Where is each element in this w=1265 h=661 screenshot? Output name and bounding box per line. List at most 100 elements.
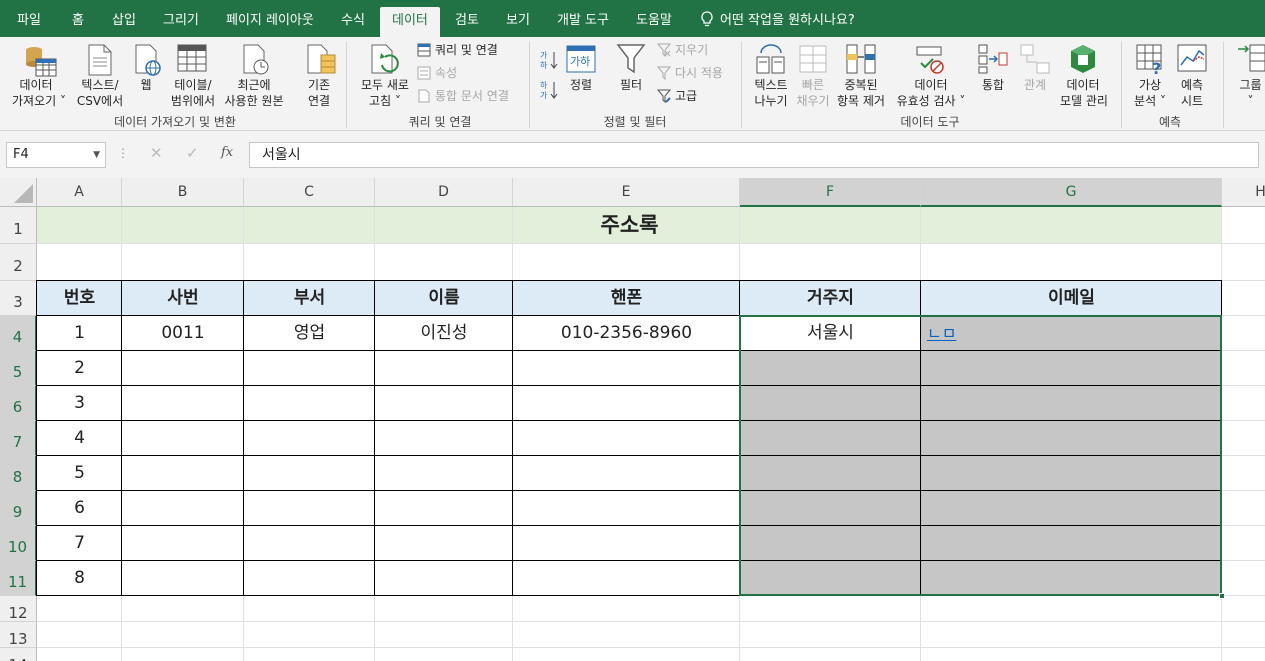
insert-function-icon[interactable]: fx bbox=[221, 145, 233, 160]
tab-insert[interactable]: 삽입 bbox=[112, 7, 136, 37]
worksheet-grid: ABCDEFGH 1234567891011121314 주소록번호사번부서이름… bbox=[0, 178, 1265, 661]
tab-draw[interactable]: 그리기 bbox=[163, 7, 199, 37]
text-csv-label-2: CSV에서 bbox=[76, 94, 124, 108]
svg-text:가하: 가하 bbox=[570, 54, 590, 68]
row-header-4[interactable]: 4 bbox=[0, 316, 37, 351]
header-cell[interactable]: 사번 bbox=[122, 281, 244, 316]
email-link[interactable]: ㄴㅁ bbox=[921, 316, 1222, 351]
sheet-title[interactable]: 주소록 bbox=[37, 207, 1222, 244]
queries-group-label: 쿼리 및 연결 bbox=[408, 115, 472, 129]
column-header-h[interactable]: H bbox=[1222, 178, 1265, 207]
data-validation-label-1: 데이터 bbox=[914, 78, 948, 92]
tab-page-layout[interactable]: 페이지 레이아웃 bbox=[226, 7, 314, 37]
tab-home[interactable]: 홈 bbox=[72, 7, 84, 37]
formula-input[interactable]: 서울시 bbox=[249, 142, 1259, 168]
svg-text:하: 하 bbox=[540, 80, 548, 90]
forecast-group-label: 예측 bbox=[1158, 115, 1182, 129]
column-header-f[interactable]: F bbox=[740, 178, 921, 207]
existing-connections-label-1: 기존 bbox=[307, 78, 331, 92]
column-header-a[interactable]: A bbox=[37, 178, 122, 207]
ribbon-divider bbox=[529, 42, 530, 128]
data-cell[interactable]: 이진성 bbox=[375, 316, 513, 351]
reapply-filter-label: 다시 적용 bbox=[675, 66, 723, 80]
tab-review[interactable]: 검토 bbox=[455, 7, 479, 37]
formula-bar: F4 ▼ ⋮ ✕ ✓ fx 서울시 bbox=[0, 131, 1265, 178]
remove-duplicates-label-1: 중복된 bbox=[844, 78, 878, 92]
tab-developer[interactable]: 개발 도구 bbox=[557, 7, 609, 37]
data-cell[interactable]: 7 bbox=[37, 526, 122, 561]
refresh-icon bbox=[371, 44, 399, 74]
tab-file[interactable]: 파일 bbox=[17, 7, 41, 37]
name-box[interactable]: F4 ▼ bbox=[6, 142, 106, 168]
forecast-sheet-icon bbox=[1177, 44, 1207, 72]
column-header-b[interactable]: B bbox=[122, 178, 244, 207]
column-header-e[interactable]: E bbox=[513, 178, 740, 207]
flash-fill-icon bbox=[799, 45, 827, 73]
tell-me-search[interactable]: 어떤 작업을 원하시나요? bbox=[700, 7, 855, 37]
row-header-11[interactable]: 11 bbox=[0, 561, 37, 596]
row-header-5[interactable]: 5 bbox=[0, 351, 37, 386]
recent-sources-label-2: 사용한 원본 bbox=[224, 94, 284, 108]
advanced-filter-label: 고급 bbox=[675, 89, 698, 103]
header-cell[interactable]: 거주지 bbox=[740, 281, 921, 316]
data-cell[interactable]: 서울시 bbox=[740, 316, 921, 351]
remove-duplicates-icon bbox=[846, 44, 876, 74]
data-cell[interactable]: 1 bbox=[37, 316, 122, 351]
data-cell[interactable]: 010-2356-8960 bbox=[513, 316, 740, 351]
row-header-10[interactable]: 10 bbox=[0, 526, 37, 561]
filter-funnel-icon bbox=[616, 44, 646, 74]
relationships-label: 관계 bbox=[1023, 78, 1047, 92]
data-cell[interactable]: 8 bbox=[37, 561, 122, 596]
header-cell[interactable]: 이름 bbox=[375, 281, 513, 316]
row-header-7[interactable]: 7 bbox=[0, 421, 37, 456]
row-header-1[interactable]: 1 bbox=[0, 207, 37, 244]
row-header-12[interactable]: 12 bbox=[0, 596, 37, 622]
tab-data[interactable]: 데이터 bbox=[380, 7, 440, 37]
column-header-d[interactable]: D bbox=[375, 178, 513, 207]
data-cell[interactable]: 2 bbox=[37, 351, 122, 386]
header-cell[interactable]: 이메일 bbox=[921, 281, 1222, 316]
row-header-3[interactable]: 3 bbox=[0, 281, 37, 316]
header-cell[interactable]: 부서 bbox=[244, 281, 375, 316]
get-data-group-label: 데이터 가져오기 및 변환 bbox=[114, 115, 236, 129]
data-cell[interactable]: 0011 bbox=[122, 316, 244, 351]
enter-icon[interactable]: ✓ bbox=[186, 144, 199, 162]
row-header-14[interactable]: 14 bbox=[0, 648, 37, 661]
row-header-13[interactable]: 13 bbox=[0, 622, 37, 648]
chevron-down-icon[interactable]: ▼ bbox=[93, 143, 100, 167]
tell-me-label: 어떤 작업을 원하시나요? bbox=[720, 13, 855, 28]
data-cell[interactable]: 6 bbox=[37, 491, 122, 526]
select-all-icon bbox=[14, 184, 33, 203]
column-header-g[interactable]: G bbox=[921, 178, 1222, 207]
data-cell[interactable]: 5 bbox=[37, 456, 122, 491]
from-table-label-1: 테이블/ bbox=[174, 78, 212, 92]
tab-help[interactable]: 도움말 bbox=[636, 7, 672, 37]
fill-handle[interactable] bbox=[1219, 593, 1225, 599]
header-cell[interactable]: 핸폰 bbox=[513, 281, 740, 316]
row-header-2[interactable]: 2 bbox=[0, 244, 37, 281]
data-cell[interactable]: 3 bbox=[37, 386, 122, 421]
tab-formulas[interactable]: 수식 bbox=[341, 7, 365, 37]
tab-view[interactable]: 보기 bbox=[506, 7, 530, 37]
edit-links-label: 통합 문서 연결 bbox=[435, 89, 509, 103]
group-icon bbox=[1238, 44, 1265, 72]
lightbulb-icon bbox=[701, 11, 713, 27]
gridline bbox=[37, 621, 1265, 622]
cancel-icon[interactable]: ✕ bbox=[150, 144, 163, 162]
column-header-c[interactable]: C bbox=[244, 178, 375, 207]
row-header-6[interactable]: 6 bbox=[0, 386, 37, 421]
data-cell[interactable]: 4 bbox=[37, 421, 122, 456]
get-data-label-1: 데이터 bbox=[19, 78, 53, 92]
queries-connections-label: 쿼리 및 연결 bbox=[435, 43, 498, 57]
sort-dialog-icon: 가하 bbox=[566, 45, 596, 73]
name-box-value: F4 bbox=[13, 147, 29, 162]
header-cell[interactable]: 번호 bbox=[37, 281, 122, 316]
text-csv-label-1: 텍스트/ bbox=[81, 78, 119, 92]
edit-links-icon bbox=[418, 89, 430, 103]
select-all-button[interactable] bbox=[0, 178, 37, 207]
recent-sources-label-1: 최근에 bbox=[237, 78, 271, 92]
row-header-8[interactable]: 8 bbox=[0, 456, 37, 491]
properties-icon bbox=[417, 66, 431, 80]
data-cell[interactable]: 영업 bbox=[244, 316, 375, 351]
row-header-9[interactable]: 9 bbox=[0, 491, 37, 526]
